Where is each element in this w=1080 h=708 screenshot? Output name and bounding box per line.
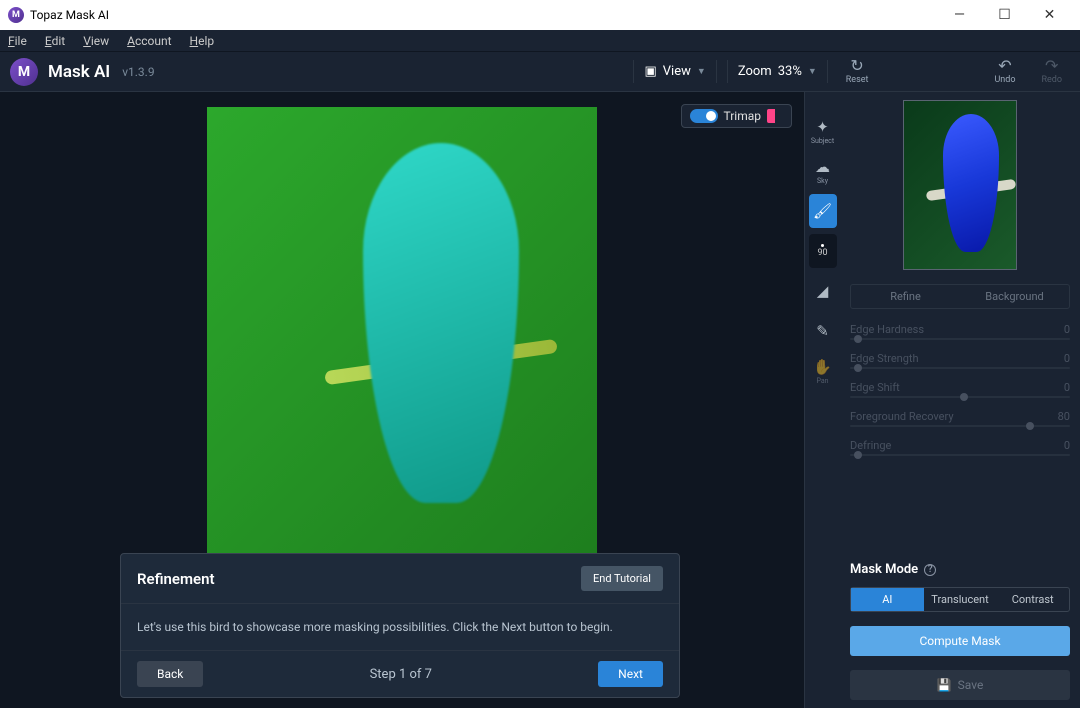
save-button[interactable]: 💾 Save (850, 670, 1070, 700)
reset-label: Reset (846, 75, 869, 85)
tutorial-step: Step 1 of 7 (370, 667, 432, 682)
mask-mode-group: AI Translucent Contrast (850, 587, 1070, 612)
app-name: Mask AI (48, 62, 110, 82)
window-title: Topaz Mask AI (30, 8, 937, 22)
app-version: v1.3.9 (122, 65, 154, 79)
bird-shape (363, 143, 519, 503)
trimap-switch[interactable] (690, 109, 718, 123)
slider-value: 0 (1064, 323, 1070, 336)
tutorial-back-button[interactable]: Back (137, 661, 203, 687)
chevron-down-icon: ▼ (808, 66, 817, 77)
tool-subject-label: Subject (811, 137, 834, 145)
tool-sky-label: Sky (817, 177, 828, 185)
slider-value: 0 (1064, 352, 1070, 365)
slider-edge-strength[interactable]: Edge Strength 0 (850, 352, 1070, 369)
menu-file[interactable]: File (8, 34, 27, 48)
slider-label: Edge Strength (850, 352, 919, 365)
preview-bird (943, 114, 999, 252)
app-icon: M (8, 7, 24, 23)
trimap-palette-icon[interactable] (767, 109, 783, 123)
tool-strip: ✦ Subject ☁ Sky 🖌 90 ◢ ✎ ✋ Pan (804, 92, 840, 708)
mask-mode-label: Mask Mode ? (850, 562, 1070, 577)
zoom-value: 33% (778, 64, 802, 79)
zoom-dropdown[interactable]: Zoom 33% ▼ (727, 60, 828, 83)
slider-edge-shift[interactable]: Edge Shift 0 (850, 381, 1070, 398)
view-dropdown[interactable]: ▣ View ▼ (633, 60, 716, 83)
menu-account[interactable]: Account (127, 34, 171, 48)
trimap-label: Trimap (724, 109, 762, 123)
tool-pan-label: Pan (816, 377, 828, 385)
canvas-area[interactable]: Trimap Refinement End Tutorial Let's use… (0, 92, 804, 708)
canvas-image[interactable] (207, 107, 597, 557)
bucket-icon: ◢ (817, 282, 829, 300)
tutorial-title: Refinement (137, 570, 215, 588)
view-label: View (663, 64, 691, 79)
tool-brush[interactable]: 🖌 (809, 194, 837, 228)
reset-button[interactable]: ↻ Reset (838, 58, 877, 85)
preview-thumbnail[interactable] (903, 100, 1017, 270)
tutorial-next-button[interactable]: Next (598, 661, 663, 687)
slider-value: 80 (1058, 410, 1070, 423)
brush-icon: 🖌 (813, 202, 832, 220)
tutorial-panel: Refinement End Tutorial Let's use this b… (120, 553, 680, 698)
slider-label: Foreground Recovery (850, 410, 954, 423)
menu-view[interactable]: View (83, 34, 109, 48)
tool-pan[interactable]: ✋ Pan (809, 354, 837, 388)
right-panel: Refine Background Edge Hardness 0 Edge St… (840, 92, 1080, 708)
reset-icon: ↻ (850, 58, 863, 74)
tab-refine[interactable]: Refine (851, 285, 960, 308)
subject-icon: ✦ (816, 118, 829, 136)
tool-fill[interactable]: ◢ (809, 274, 837, 308)
redo-button[interactable]: ↷ Redo (1033, 58, 1070, 85)
tool-eyedropper[interactable]: ✎ (809, 314, 837, 348)
tutorial-body: Let's use this bird to showcase more mas… (121, 604, 679, 650)
chevron-down-icon: ▼ (697, 66, 706, 77)
zoom-label: Zoom (738, 64, 772, 79)
menu-help[interactable]: Help (190, 34, 215, 48)
maximize-button[interactable]: ☐ (982, 0, 1027, 30)
minimize-button[interactable]: — (937, 0, 982, 30)
mode-translucent[interactable]: Translucent (924, 588, 997, 611)
sky-icon: ☁ (815, 158, 830, 176)
slider-label: Edge Shift (850, 381, 900, 394)
tool-brush-size[interactable]: 90 (809, 234, 837, 268)
tool-sky[interactable]: ☁ Sky (809, 154, 837, 188)
menu-edit[interactable]: Edit (45, 34, 65, 48)
sliders-group: Edge Hardness 0 Edge Strength 0 Edge Shift… (850, 323, 1070, 456)
slider-value: 0 (1064, 439, 1070, 452)
view-icon: ▣ (644, 64, 656, 79)
brush-dot-icon (821, 244, 824, 247)
brush-size-value: 90 (817, 248, 827, 258)
slider-edge-hardness[interactable]: Edge Hardness 0 (850, 323, 1070, 340)
mode-ai[interactable]: AI (851, 588, 924, 611)
redo-label: Redo (1041, 75, 1062, 85)
trimap-toggle[interactable]: Trimap (681, 104, 793, 128)
undo-button[interactable]: ↶ Undo (986, 58, 1023, 85)
compute-mask-button[interactable]: Compute Mask (850, 626, 1070, 656)
eyedropper-icon: ✎ (816, 322, 829, 340)
info-icon[interactable]: ? (924, 564, 936, 576)
tool-subject[interactable]: ✦ Subject (809, 114, 837, 148)
slider-label: Defringe (850, 439, 891, 452)
app-header: M Mask AI v1.3.9 ▣ View ▼ Zoom 33% ▼ ↻ R… (0, 52, 1080, 92)
app-logo: M (10, 58, 38, 86)
panel-tabs: Refine Background (850, 284, 1070, 309)
save-label: Save (958, 678, 984, 692)
slider-value: 0 (1064, 381, 1070, 394)
tab-background[interactable]: Background (960, 285, 1069, 308)
titlebar: M Topaz Mask AI — ☐ ✕ (0, 0, 1080, 30)
mode-contrast[interactable]: Contrast (996, 588, 1069, 611)
undo-icon: ↶ (998, 58, 1011, 74)
close-button[interactable]: ✕ (1027, 0, 1072, 30)
menubar: File Edit View Account Help (0, 30, 1080, 52)
redo-icon: ↷ (1045, 58, 1058, 74)
undo-label: Undo (994, 75, 1015, 85)
save-icon: 💾 (937, 678, 952, 692)
slider-foreground-recovery[interactable]: Foreground Recovery 80 (850, 410, 1070, 427)
end-tutorial-button[interactable]: End Tutorial (581, 566, 663, 591)
slider-label: Edge Hardness (850, 323, 924, 336)
pan-icon: ✋ (813, 358, 832, 376)
slider-defringe[interactable]: Defringe 0 (850, 439, 1070, 456)
